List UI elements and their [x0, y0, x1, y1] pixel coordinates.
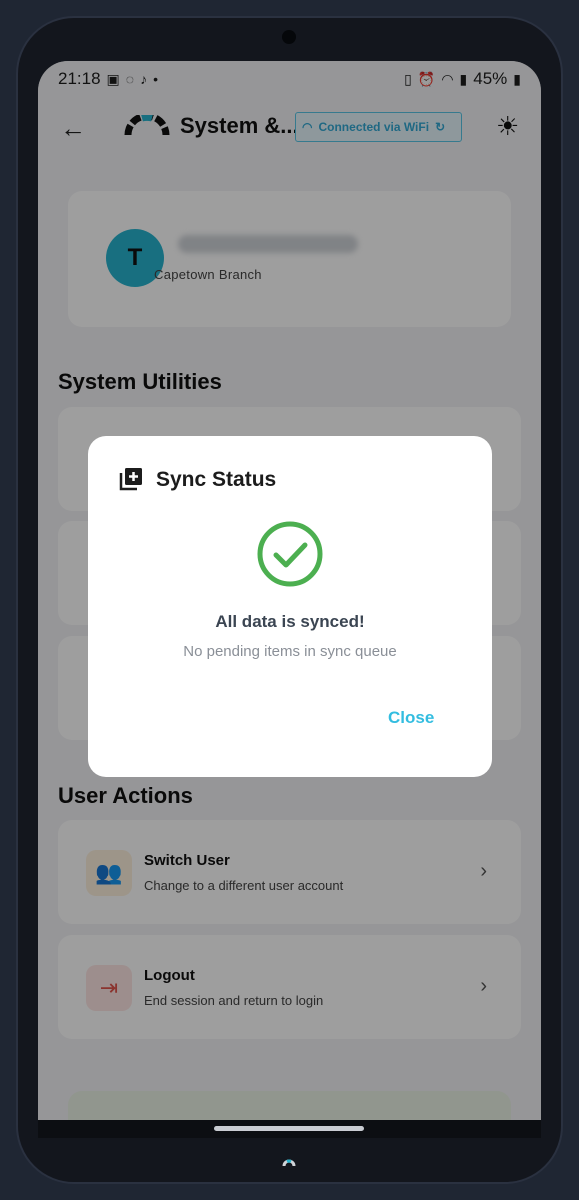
- sync-status-dialog: Sync Status All data is synced! No pendi…: [88, 436, 492, 777]
- loading-spinner-icon: [282, 1159, 296, 1167]
- dialog-title: Sync Status: [156, 468, 277, 491]
- library-add-icon: [119, 468, 142, 491]
- gesture-nav-bar: [38, 1120, 541, 1138]
- front-camera: [282, 30, 296, 44]
- home-indicator[interactable]: [214, 1126, 364, 1131]
- close-button[interactable]: Close: [388, 708, 434, 728]
- sync-message: All data is synced!: [215, 612, 365, 631]
- sync-submessage: No pending items in sync queue: [183, 643, 397, 660]
- check-circle-icon: [257, 521, 323, 587]
